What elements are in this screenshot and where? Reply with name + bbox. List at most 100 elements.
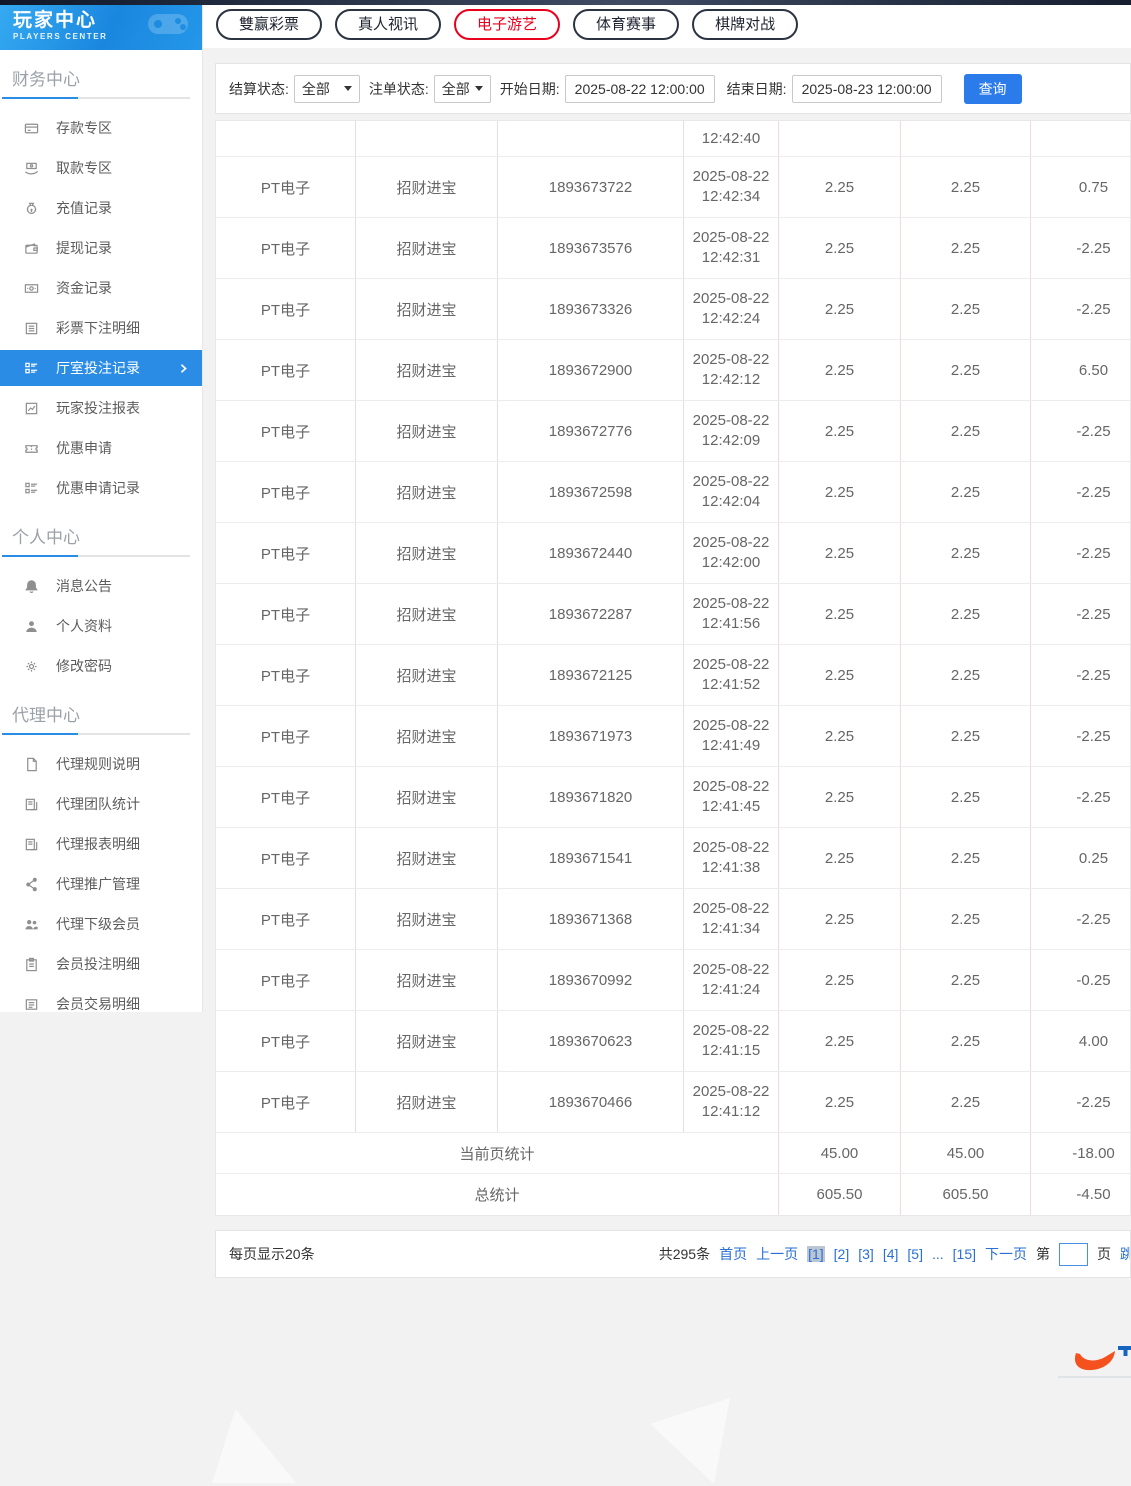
page-link-2[interactable]: [2] (834, 1246, 850, 1262)
summary-bet-cell: 605.50 (779, 1174, 901, 1215)
bet-amount-cell: 2.25 (779, 462, 901, 522)
game-cell: 招财进宝 (356, 767, 498, 827)
person-icon (23, 618, 40, 635)
cash-record-icon (23, 280, 40, 297)
win-loss-cell: -2.25 (1076, 239, 1111, 257)
page-link-3[interactable]: [3] (858, 1246, 874, 1262)
table-row-5: PT电子 招财进宝 1893672776 2025-08-22 12:42:09 2.25… (216, 401, 1130, 462)
tab-3[interactable]: 电子游艺 (454, 8, 561, 40)
bet-time-cell: 2025-08-22 12:42:34 (684, 157, 779, 217)
moneybag-icon (23, 200, 40, 217)
bell-icon (23, 578, 40, 595)
bet-amount-cell: 2.25 (779, 340, 901, 400)
tab-5[interactable]: 棋牌对战 (692, 8, 799, 40)
sidebar-item-label: 提现记录 (56, 240, 112, 256)
sidebar-item-0-9[interactable]: 优惠申请记录 (0, 468, 202, 508)
win-loss-cell: -2.25 (1076, 788, 1111, 806)
first-page-link[interactable]: 首页 (719, 1244, 747, 1264)
start-date-label: 开始日期: (499, 80, 560, 97)
platform-cell: PT电子 (216, 706, 356, 766)
sidebar-item-0-5[interactable]: 彩票下注明细 (0, 308, 202, 348)
sidebar-item-2-6[interactable]: 会员交易明细 (0, 984, 202, 1024)
prev-page-link[interactable]: 上一页 (756, 1244, 798, 1264)
sidebar-item-0-2[interactable]: 充值记录 (0, 188, 202, 228)
sidebar-item-0-4[interactable]: 资金记录 (0, 268, 202, 308)
tab-4[interactable]: 体育赛事 (573, 8, 680, 40)
sidebar-item-1-1[interactable]: 个人资料 (0, 606, 202, 646)
sidebar-item-0-8[interactable]: 优惠申请 (0, 428, 202, 468)
settle-status-value: 全部 (301, 80, 330, 97)
jump-button[interactable]: 跳转 (1120, 1244, 1130, 1264)
sidebar-item-1-2[interactable]: 修改密码 (0, 646, 202, 686)
top-dark-strip (0, 0, 1131, 5)
bet-amount-cell: 2.25 (779, 828, 901, 888)
sidebar-item-2-0[interactable]: 代理规则说明 (0, 744, 202, 784)
page-size-text: 每页显示20条 (229, 1246, 315, 1262)
win-loss-cell: -2.25 (1076, 483, 1111, 501)
bet-time-cell: 2025-08-22 12:41:49 (684, 706, 779, 766)
bet-time-cell: 2025-08-22 12:42:12 (684, 340, 779, 400)
sidebar-item-2-5[interactable]: 会员投注明细 (0, 944, 202, 984)
page-link-15[interactable]: [15] (953, 1246, 976, 1262)
page-link-1[interactable]: [1] (807, 1246, 825, 1262)
win-loss-cell: 6.50 (1078, 361, 1109, 379)
game-cell: 招财进宝 (356, 340, 498, 400)
team-stats-icon (23, 796, 40, 813)
member-bet-icon (23, 956, 40, 973)
bet-amount-cell: 2.25 (779, 279, 901, 339)
order-id-cell: 1893673722 (498, 157, 684, 217)
tab-2[interactable]: 真人视讯 (335, 8, 442, 40)
sidebar-section-title: 财务中心 (12, 70, 80, 89)
win-loss-cell: -2.25 (1076, 300, 1111, 318)
sidebar-item-0-7[interactable]: 玩家投注报表 (0, 388, 202, 428)
gamepad-icon (144, 6, 192, 45)
table-row-13: PT电子 招财进宝 1893671368 2025-08-22 12:41:34 2.25… (216, 889, 1130, 950)
sidebar-section-title: 个人中心 (12, 528, 80, 547)
sidebar-item-2-1[interactable]: 代理团队统计 (0, 784, 202, 824)
tab-1[interactable]: 雙赢彩票 (216, 8, 323, 40)
game-cell: 招财进宝 (356, 645, 498, 705)
bet-time-cell: 2025-08-22 12:41:56 (684, 584, 779, 644)
sidebar-item-2-4[interactable]: 代理下级会员 (0, 904, 202, 944)
sidebar-item-1-0[interactable]: 消息公告 (0, 566, 202, 606)
sidebar-item-2-2[interactable]: 代理报表明细 (0, 824, 202, 864)
settle-status-label: 结算状态: (229, 80, 289, 97)
bet-amount-cell: 2.25 (779, 950, 901, 1010)
valid-amount-cell: 2.25 (901, 706, 1031, 766)
settle-status-select[interactable]: 全部 (293, 74, 360, 103)
game-cell: 招财进宝 (356, 1011, 498, 1071)
order-status-label: 注单状态: (368, 80, 429, 97)
order-status-value: 全部 (441, 80, 470, 97)
summary-win-loss-cell: -4.50 (1076, 1186, 1111, 1203)
order-id-cell: 1893671368 (498, 889, 684, 949)
order-id-cell: 1893670466 (498, 1072, 684, 1132)
order-id-cell: 1893672900 (498, 340, 684, 400)
page-link-4[interactable]: [4] (883, 1246, 899, 1262)
win-loss-cell: -2.25 (1076, 422, 1111, 440)
table-row-10: PT电子 招财进宝 1893671973 2025-08-22 12:41:49 2.25… (216, 706, 1130, 767)
next-page-link[interactable]: 下一页 (985, 1244, 1027, 1264)
sidebar-item-0-6[interactable]: 厅室投注记录 (0, 350, 202, 386)
sidebar-item-label: 优惠申请记录 (56, 480, 140, 496)
page-link-5[interactable]: [5] (907, 1246, 923, 1262)
pagination-bar: 每页显示20条 共295条 首页 上一页 [1] [2] [3] [4] [5]... [15]… (215, 1230, 1131, 1278)
order-status-select[interactable]: 全部 (433, 74, 491, 103)
win-loss-cell: -0.25 (1076, 971, 1111, 989)
end-date-input[interactable]: 2025-08-23 12:00:00 (791, 74, 942, 103)
main-area: 雙赢彩票 真人视讯 电子游艺 体育赛事 棋牌对战 结算状态: 全部 注单状态: 全部 开… (203, 0, 1131, 1486)
sidebar-item-0-1[interactable]: 取款专区 (0, 148, 202, 188)
win-loss-cell: -2.25 (1076, 605, 1111, 623)
jump-page-input[interactable] (1059, 1242, 1088, 1266)
valid-amount-cell: 2.25 (901, 645, 1031, 705)
game-cell: 招财进宝 (356, 1072, 498, 1132)
game-cell: 招财进宝 (356, 889, 498, 949)
sidebar-item-0-0[interactable]: 存款专区 (0, 108, 202, 148)
bet-time-cell: 2025-08-22 12:42:09 (684, 401, 779, 461)
valid-amount-cell (901, 121, 1031, 156)
bet-amount-cell: 2.25 (779, 218, 901, 278)
search-button[interactable]: 查询 (963, 73, 1022, 104)
start-date-input[interactable]: 2025-08-22 12:00:00 (564, 74, 715, 103)
platform-cell: PT电子 (216, 950, 356, 1010)
sidebar-item-2-3[interactable]: 代理推广管理 (0, 864, 202, 904)
sidebar-item-0-3[interactable]: 提现记录 (0, 228, 202, 268)
